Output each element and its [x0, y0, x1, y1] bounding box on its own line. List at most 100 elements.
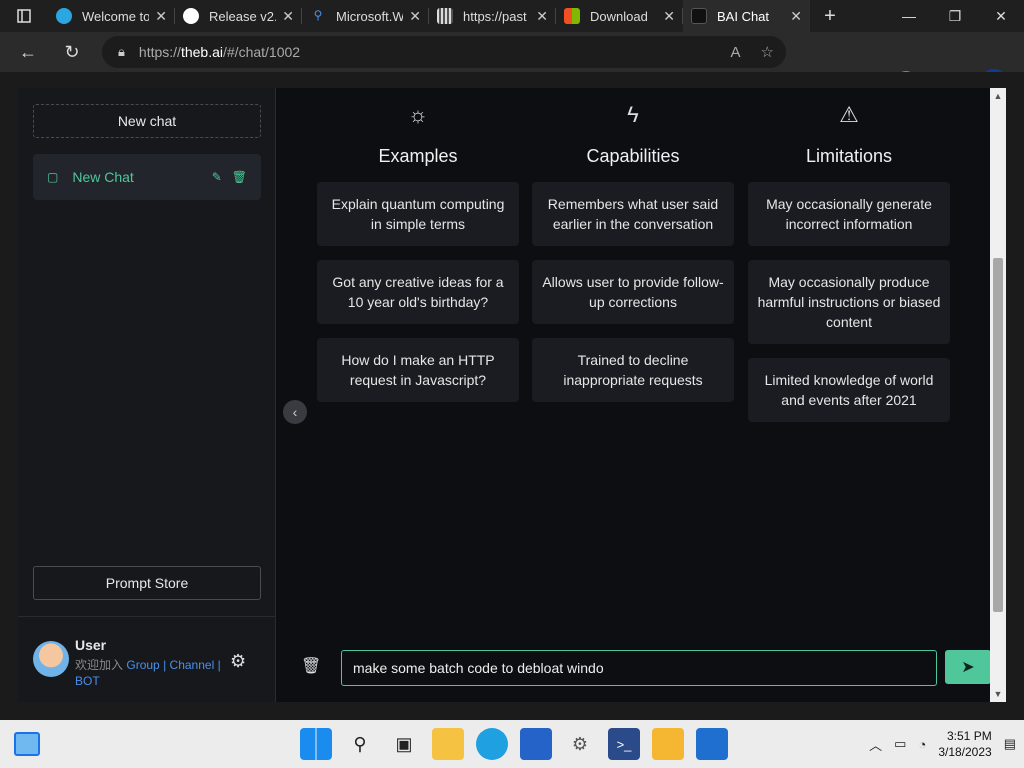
browser-tab-5[interactable]: BAI Chat ✕	[683, 0, 810, 32]
channel-link[interactable]: Channel	[170, 658, 215, 672]
group-link[interactable]: Group	[126, 658, 159, 672]
send-button[interactable]: ➤	[945, 650, 991, 684]
widgets-icon[interactable]	[14, 732, 40, 756]
url-path: /#/chat/1002	[223, 44, 301, 60]
tab-actions-icon[interactable]	[0, 0, 48, 32]
bot-link[interactable]: BOT	[75, 674, 100, 688]
close-tab-icon[interactable]: ✕	[409, 8, 421, 25]
browser-tab-bar: Welcome to ✕ Release v2.4 ✕ ⚲ Microsoft.…	[0, 0, 1024, 32]
favorite-icon[interactable]: ☆	[761, 43, 774, 61]
url-actions: A ☆	[731, 36, 774, 68]
refresh-button[interactable]: ↻	[50, 32, 94, 72]
main-panel: ☼ Examples Explain quantum computing in …	[277, 88, 991, 702]
notification-icon[interactable]: ▤	[1004, 736, 1016, 752]
system-tray: ︿ ▭ ◔ 3:51 PM 3/18/2023 ▤	[869, 728, 1016, 760]
close-tab-icon[interactable]: ✕	[155, 8, 167, 25]
file-explorer-icon[interactable]	[432, 728, 464, 760]
column-title: Capabilities	[586, 146, 680, 166]
settings-icon[interactable]: ⚙	[564, 728, 596, 760]
scroll-thumb[interactable]	[993, 258, 1003, 612]
close-tab-icon[interactable]: ✕	[536, 8, 548, 25]
tab-title: Release v2.4	[209, 8, 276, 24]
chat-bubble-icon: ▢	[47, 170, 59, 184]
column-title: Examples	[378, 146, 458, 166]
user-links: 欢迎加入 Group | Channel | BOT	[75, 657, 235, 689]
edge-icon[interactable]	[476, 728, 508, 760]
scroll-up-icon[interactable]: ▲	[990, 91, 1006, 101]
tab-title: https://past	[463, 8, 527, 24]
url-host: theb.ai	[180, 44, 223, 60]
github-icon	[183, 8, 199, 24]
search-icon: ⚲	[313, 8, 323, 22]
chevron-up-icon[interactable]: ︿	[869, 735, 882, 754]
close-tab-icon[interactable]: ✕	[282, 8, 294, 25]
browser-tab-4[interactable]: Download ✕	[556, 0, 683, 32]
example-card[interactable]: Got any creative ideas for a 10 year old…	[317, 260, 519, 324]
time: 3:51 PM	[947, 729, 992, 743]
capability-card: Allows user to provide follow-up correct…	[532, 260, 734, 324]
pastebin-icon	[437, 8, 453, 24]
clear-chat-icon[interactable]: 🗑︎	[301, 656, 321, 676]
limitation-card: May occasionally produce harmful instruc…	[748, 260, 950, 344]
tab-title: Microsoft.W	[336, 8, 404, 24]
limitation-card: Limited knowledge of world and events af…	[748, 358, 950, 422]
chat-item-label: New Chat	[72, 169, 134, 185]
edge-icon	[56, 8, 72, 24]
browser-tab-0[interactable]: Welcome to ✕	[48, 0, 175, 32]
chat-item[interactable]: ▢ New Chat ✎ 🗑︎	[33, 154, 261, 200]
app-icon[interactable]	[696, 728, 728, 760]
send-icon: ➤	[961, 659, 975, 676]
scroll-down-icon[interactable]: ▼	[990, 689, 1006, 699]
network-icon[interactable]: ◔	[918, 737, 926, 752]
tab-title: BAI Chat	[717, 8, 770, 24]
new-tab-button[interactable]: +	[810, 5, 850, 28]
gear-icon[interactable]: ⚙	[230, 651, 246, 672]
close-window-icon[interactable]: ✕	[978, 0, 1024, 32]
warning-icon: ⚠	[839, 102, 859, 127]
column-title: Limitations	[805, 146, 893, 166]
close-tab-icon[interactable]: ✕	[790, 8, 802, 25]
separator: |	[217, 658, 221, 672]
url-field[interactable]: 🔒︎ https://theb.ai/#/chat/1002 A ☆	[102, 36, 786, 68]
address-bar-row: ← ↻ 🔒︎ https://theb.ai/#/chat/1002 A ☆ ☆…	[0, 32, 1024, 99]
folder-icon[interactable]	[652, 728, 684, 760]
sidebar: New chat ▢ New Chat ✎ 🗑︎ Prompt Store Us…	[18, 88, 276, 702]
bai-icon	[691, 8, 707, 24]
taskbar-apps: ⚲ ▣ ⚙ >_	[300, 728, 728, 760]
example-card[interactable]: How do I make an HTTP request in Javascr…	[317, 338, 519, 402]
device-icon[interactable]: ▭	[894, 736, 906, 752]
store-icon[interactable]	[520, 728, 552, 760]
terminal-icon[interactable]: >_	[608, 728, 640, 760]
search-icon[interactable]: ⚲	[344, 728, 376, 760]
browser-tab-2[interactable]: ⚲ Microsoft.W ✕	[302, 0, 429, 32]
taskbar: ⚲ ▣ ⚙ >_ ︿ ▭ ◔ 3:51 PM 3/18/2023 ▤	[0, 720, 1024, 768]
restore-icon[interactable]: ❐	[932, 0, 978, 32]
capability-card: Trained to decline inappropriate request…	[532, 338, 734, 402]
minimize-icon[interactable]: —	[886, 0, 932, 32]
read-aloud-icon[interactable]: A	[731, 44, 741, 61]
back-button[interactable]: ←	[6, 32, 50, 72]
user-area: User 欢迎加入 Group | Channel | BOT ⚙	[18, 616, 276, 702]
url-prefix: https://	[138, 44, 181, 60]
tab-title: Download	[590, 8, 648, 24]
capability-card: Remembers what user said earlier in the …	[532, 182, 734, 246]
clock[interactable]: 3:51 PM 3/18/2023	[938, 728, 991, 760]
task-view-icon[interactable]: ▣	[388, 728, 420, 760]
welcome-text: 欢迎加入	[75, 658, 124, 672]
lock-icon: 🔒︎	[118, 44, 125, 59]
prompt-store-button[interactable]: Prompt Store	[33, 566, 261, 600]
page-scrollbar[interactable]: ▲ ▼	[990, 88, 1006, 702]
new-chat-button[interactable]: New chat	[33, 104, 261, 138]
chat-input[interactable]	[341, 650, 937, 686]
avatar	[33, 641, 69, 677]
browser-tab-1[interactable]: Release v2.4 ✕	[175, 0, 302, 32]
edit-icon[interactable]: ✎	[212, 170, 222, 184]
delete-icon[interactable]: 🗑︎	[232, 170, 247, 184]
lightning-icon: ϟ	[627, 102, 639, 127]
example-card[interactable]: Explain quantum computing in simple term…	[317, 182, 519, 246]
browser-tab-3[interactable]: https://past ✕	[429, 0, 556, 32]
start-icon[interactable]	[300, 728, 332, 760]
close-tab-icon[interactable]: ✕	[663, 8, 675, 25]
window-controls: — ❐ ✕	[886, 0, 1024, 32]
page-viewport: New chat ▢ New Chat ✎ 🗑︎ Prompt Store Us…	[0, 72, 1024, 720]
